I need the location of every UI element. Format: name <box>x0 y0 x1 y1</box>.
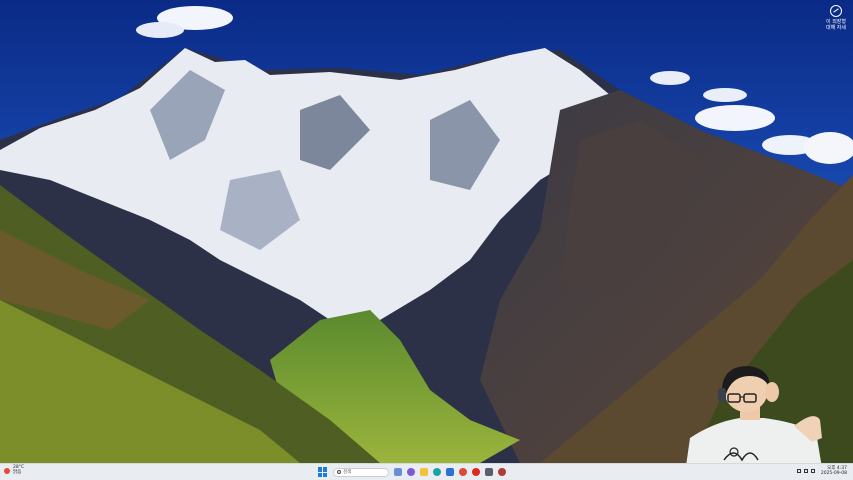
search-box[interactable]: 검색 <box>333 467 389 477</box>
desktop-shortcut[interactable]: 이 외장형 대해 자세 <box>823 5 849 31</box>
recycle-icon <box>830 5 842 17</box>
search-icon <box>337 470 341 474</box>
sun-icon <box>4 467 10 474</box>
copilot-icon[interactable] <box>407 468 415 476</box>
network-icon[interactable] <box>796 469 801 474</box>
settings-icon[interactable] <box>485 468 493 476</box>
taskbar: 28°C 맑음 검색 오후 4:37 2025-09-08 <box>0 463 853 480</box>
chrome-icon[interactable] <box>459 468 467 476</box>
clock-date: 2025-09-08 <box>820 471 847 477</box>
system-tray: 오후 4:37 2025-09-08 <box>796 466 847 476</box>
app-icon[interactable] <box>498 468 506 476</box>
battery-icon[interactable] <box>810 469 815 474</box>
weather-widget[interactable]: 28°C 맑음 <box>4 465 24 476</box>
youtube-icon[interactable] <box>472 468 480 476</box>
weather-condition: 맑음 <box>13 469 22 475</box>
taskbar-center: 검색 <box>318 466 506 478</box>
file-explorer-icon[interactable] <box>420 468 428 476</box>
webcam-overlay <box>684 360 834 480</box>
search-placeholder: 검색 <box>343 470 352 475</box>
desktop-shortcut-label-2: 대해 자세 <box>826 25 846 31</box>
start-button[interactable] <box>318 467 328 477</box>
clock[interactable]: 오후 4:37 2025-09-08 <box>821 466 847 476</box>
edge-icon[interactable] <box>433 468 441 476</box>
widgets-icon[interactable] <box>394 468 402 476</box>
volume-icon[interactable] <box>803 469 808 474</box>
store-icon[interactable] <box>446 468 454 476</box>
